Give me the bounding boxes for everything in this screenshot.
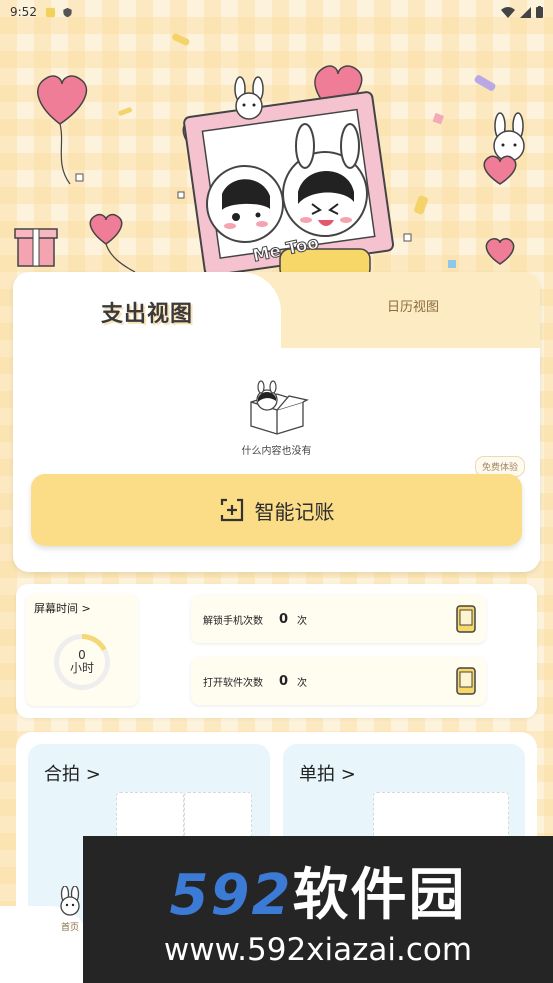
- bunny-with-heart: [483, 112, 525, 185]
- phone-icon: [456, 667, 476, 695]
- hero-illustration: Me Too: [14, 33, 525, 280]
- tab-expense-view-label: 支出视图: [100, 302, 193, 327]
- screen-time-summary[interactable]: 屏幕时间 > 0 小时: [26, 594, 138, 706]
- watermark-chinese: 软件园: [292, 863, 467, 928]
- smart-bookkeeping-label: 智能记账: [254, 499, 335, 524]
- empty-box-icon: [249, 380, 309, 435]
- screen-time-ring: 0 小时: [54, 634, 110, 690]
- watermark-url: www.592xiazai.com: [163, 932, 473, 968]
- status-time: 9:52: [10, 5, 37, 19]
- add-entry-icon: [220, 498, 243, 522]
- status-bar: 9:52: [0, 0, 553, 24]
- wifi-icon: [501, 6, 515, 18]
- screen-time-unit: 小时: [69, 661, 94, 675]
- bunny-home-icon: [60, 885, 80, 916]
- view-tabs: 支出视图 日历视图: [13, 272, 540, 352]
- phone-icon: [456, 605, 476, 633]
- unlock-count-unit: 次: [297, 615, 307, 627]
- app-open-count-unit: 次: [297, 677, 307, 689]
- app-open-count-row: 打开软件次数 0 次: [191, 657, 486, 705]
- screen-time-title: 屏幕时间 >: [34, 602, 91, 615]
- heart-balloon: [37, 75, 88, 185]
- status-icons: [501, 6, 543, 18]
- app-open-count-value: 0: [279, 673, 289, 689]
- empty-state-text: 什么内容也没有: [241, 446, 312, 457]
- watermark-brand: 592软件园: [83, 850, 553, 931]
- signal-icon: [520, 6, 531, 18]
- tab-expense-view[interactable]: 支出视图: [13, 272, 281, 352]
- unlock-count-label: 解锁手机次数: [203, 615, 263, 627]
- bunny-sticker: [234, 76, 264, 120]
- unlock-count-value: 0: [279, 611, 289, 627]
- unlock-count-row: 解锁手机次数 0 次: [191, 595, 486, 643]
- group-photo-title: 合拍 >: [44, 764, 101, 785]
- watermark-number: 592: [169, 863, 293, 928]
- watermark: 592软件园 www.592xiazai.com: [83, 836, 553, 983]
- smart-bookkeeping-button[interactable]: 智能记账: [31, 474, 522, 546]
- notification-icon: [45, 7, 56, 17]
- screen-time-card: 屏幕时间 > 0 小时 解锁手机次数 0 次 打开软件次数 0 次: [16, 584, 537, 718]
- tab-calendar-view[interactable]: 日历视图: [313, 296, 513, 315]
- expense-card: 支出视图 日历视图 什么内容也没有 免费体验 智能记账: [13, 272, 540, 572]
- battery-icon: [536, 6, 543, 18]
- shield-icon: [63, 7, 72, 17]
- gift-icon: [14, 228, 58, 267]
- app-open-count-label: 打开软件次数: [203, 677, 263, 689]
- empty-state: 什么内容也没有: [13, 380, 540, 457]
- single-photo-title: 单拍 >: [299, 764, 356, 785]
